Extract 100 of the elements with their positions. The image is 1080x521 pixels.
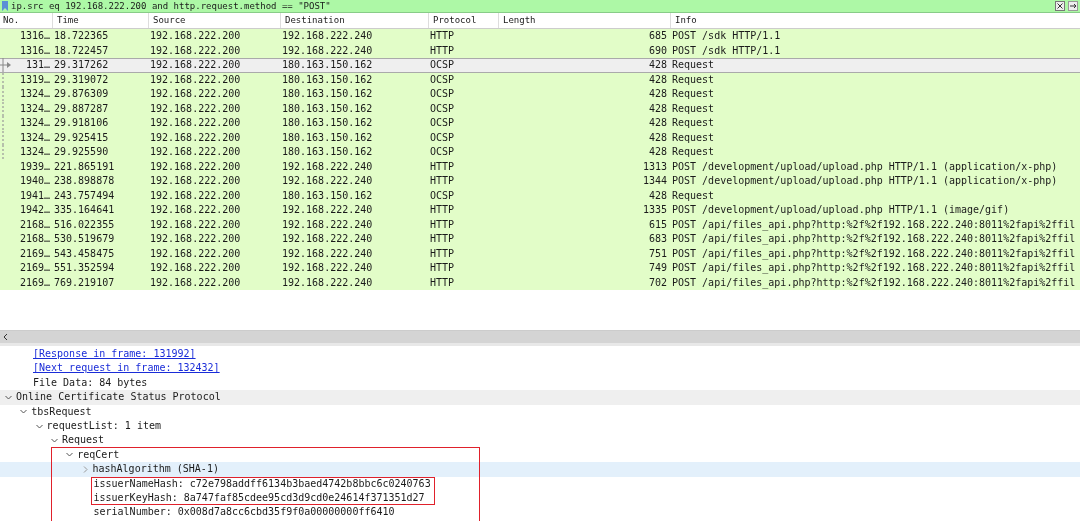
protocol-cell-text: HTTP	[429, 174, 456, 188]
time-cell-text: 516.022355	[53, 217, 116, 232]
tree-row[interactable]: requestList: 1 item	[0, 418, 1080, 434]
info-cell-text: POST /api/files_api.php?http:%2f%2f192.168.222.240:8011%2fapi%2ffil	[671, 246, 1077, 261]
length-cell-text: 749	[647, 261, 668, 275]
length-cell-text: 1335	[641, 203, 668, 217]
time-cell-text: 543.458475	[53, 246, 116, 261]
info-cell-text: Request	[671, 188, 716, 203]
bookmark-icon[interactable]	[2, 1, 8, 11]
source-header[interactable]: Source	[148, 13, 280, 28]
length-cell-text: 428	[647, 72, 668, 87]
source-cell-text: 192.168.222.200	[149, 203, 242, 217]
tree-row[interactable]: hashAlgorithm (SHA-1)	[0, 462, 1080, 477]
destination-cell-text: 192.168.222.240	[281, 43, 374, 58]
number-header[interactable]: No.	[0, 13, 52, 28]
length-cell-text: 428	[647, 116, 668, 130]
time-cell-text: 221.865191	[53, 159, 116, 174]
packet-row[interactable]: 1324… 29.918106 192.168.222.200 180.163.150.162 OCSP 428 Request	[0, 116, 1080, 131]
destination-cell-text: 192.168.222.240	[281, 174, 374, 188]
packet-number: 2168…	[18, 217, 50, 232]
info-cell-text: Request	[671, 87, 716, 101]
apply-arrow-icon[interactable]	[1068, 1, 1078, 11]
destination-cell-text: 180.163.150.162	[281, 101, 374, 116]
tree-row[interactable]: issuerKeyHash: 8a747faf85cdee95cd3d9cd0e24614f371351d27	[0, 490, 1080, 506]
protocol-cell-text: HTTP	[429, 232, 456, 246]
info-cell-text: Request	[671, 116, 716, 130]
destination-header[interactable]: Destination	[280, 13, 428, 28]
tree-label: issuerNameHash: c72e798addff6134b3baed4742b8bbc6c0240763	[93, 476, 431, 491]
protocol-cell-text: HTTP	[429, 261, 456, 275]
protocol-cell-text: HTTP	[429, 29, 456, 43]
source-cell-text: 192.168.222.200	[149, 159, 242, 174]
packet-row[interactable]: 1316… 18.722365 192.168.222.200 192.168.222.240 HTTP 685 POST /sdk HTTP/1.1	[0, 29, 1080, 44]
info-cell-text: POST /api/files_api.php?http:%2f%2f192.168.222.240:8011%2fapi%2ffil	[671, 261, 1077, 276]
source-cell-text: 192.168.222.200	[149, 145, 242, 159]
length-cell-text: 428	[647, 130, 668, 145]
tree-label: Online Certificate Status Protocol	[16, 390, 221, 405]
time-cell-text: 29.925590	[53, 145, 110, 159]
packet-number: 1316…	[18, 29, 50, 43]
detail-text: File Data: 84 bytes	[33, 375, 148, 390]
destination-cell-text: 192.168.222.240	[281, 217, 374, 232]
packet-row[interactable]: 1942… 335.164641 192.168.222.200 192.168.222.240 HTTP 1335 POST /development/upload/upload.php HTTP/1.1 (image/gif)	[0, 203, 1080, 218]
destination-cell-text: 192.168.222.240	[281, 232, 374, 246]
time-header[interactable]: Time	[52, 13, 148, 28]
time-cell-text: 29.317262	[53, 58, 110, 72]
time-cell-text: 29.319072	[53, 72, 110, 87]
source-cell-text: 192.168.222.200	[149, 188, 242, 203]
tree-row[interactable]: issuerNameHash: c72e798addff6134b3baed4742b8bbc6c0240763	[0, 476, 1080, 491]
packet-number: 1316…	[18, 43, 50, 58]
length-cell-text: 1313	[641, 159, 668, 174]
protocol-header[interactable]: Protocol	[428, 13, 498, 28]
length-header[interactable]: Length	[498, 13, 670, 28]
time-cell-text: 29.925415	[53, 130, 110, 145]
source-cell-text: 192.168.222.200	[149, 72, 242, 87]
info-cell-text: POST /sdk HTTP/1.1	[671, 43, 782, 58]
length-cell-text: 428	[647, 101, 668, 116]
protocol-cell-text: OCSP	[429, 101, 456, 116]
packet-row[interactable]: 131… 29.317262 192.168.222.200 180.163.150.162 OCSP 428 Request	[0, 58, 1080, 73]
time-cell-text: 29.876309	[53, 87, 110, 101]
packet-row[interactable]: 2168… 530.519679 192.168.222.200 192.168.222.240 HTTP 683 POST /api/files_api.php?http:%2f%2f192.168.222.240:8011%2fapi%2ffil	[0, 232, 1080, 247]
packet-row[interactable]: 1324… 29.876309 192.168.222.200 180.163.150.162 OCSP 428 Request	[0, 87, 1080, 102]
info-cell-text: POST /api/files_api.php?http:%2f%2f192.168.222.240:8011%2fapi%2ffil	[671, 275, 1077, 290]
source-cell-text: 192.168.222.200	[149, 246, 242, 261]
tree-row[interactable]: Request	[0, 433, 1080, 448]
tree-row[interactable]: reqCert	[0, 447, 1080, 463]
tree-label: reqCert	[77, 447, 120, 462]
packet-row[interactable]: 1940… 238.898878 192.168.222.200 192.168.222.240 HTTP 1344 POST /development/upload/upload.php HTTP/1.1 (application/x-php)	[0, 174, 1080, 189]
info-header[interactable]: Info	[670, 13, 1080, 28]
source-cell-text: 192.168.222.200	[149, 261, 242, 275]
protocol-cell-text: HTTP	[429, 275, 456, 290]
destination-cell-text: 180.163.150.162	[281, 130, 374, 145]
protocol-cell-text: OCSP	[429, 87, 456, 101]
time-cell-text: 238.898878	[53, 174, 116, 188]
packet-row[interactable]: 2169… 551.352594 192.168.222.200 192.168.222.240 HTTP 749 POST /api/files_api.php?http:%2f%2f192.168.222.240:8011%2fapi%2ffil	[0, 261, 1080, 276]
tree-row[interactable]: Online Certificate Status Protocol	[0, 390, 1080, 405]
packet-number: 1942…	[18, 203, 50, 217]
tree-label: serialNumber: 0x008d7a8cc6cbd35f9f0a00000000ff6410	[93, 505, 395, 520]
clear-icon[interactable]	[1055, 1, 1065, 11]
tree-label: requestList: 1 item	[46, 418, 161, 433]
length-cell-text: 683	[647, 232, 668, 246]
length-cell-text: 428	[647, 188, 668, 203]
protocol-cell-text: HTTP	[429, 217, 456, 232]
tree-row[interactable]: serialNumber: 0x008d7a8cc6cbd35f9f0a00000000ff6410	[0, 505, 1080, 520]
packet-row[interactable]: 1324… 29.925590 192.168.222.200 180.163.150.162 OCSP 428 Request	[0, 145, 1080, 160]
time-cell-text: 243.757494	[53, 188, 116, 203]
time-cell-text: 551.352594	[53, 261, 116, 275]
protocol-cell-text: HTTP	[429, 246, 456, 261]
frame-link[interactable]: [Response in frame: 131992]	[33, 347, 196, 362]
destination-cell-text: 192.168.222.240	[281, 275, 374, 290]
source-cell-text: 192.168.222.200	[149, 217, 242, 232]
packet-number: 1324…	[18, 116, 50, 130]
info-cell-text: Request	[671, 145, 716, 159]
protocol-cell-text: HTTP	[429, 203, 456, 217]
tree-row[interactable]: tbsRequest	[0, 404, 1080, 419]
source-cell-text: 192.168.222.200	[149, 58, 242, 72]
source-cell-text: 192.168.222.200	[149, 29, 242, 43]
time-cell-text: 18.722457	[53, 43, 110, 58]
info-cell-text: Request	[671, 130, 716, 145]
info-cell-text: POST /api/files_api.php?http:%2f%2f192.168.222.240:8011%2fapi%2ffil	[671, 232, 1077, 247]
packet-number: 2169…	[18, 261, 50, 275]
frame-link[interactable]: [Next request in frame: 132432]	[33, 361, 220, 376]
